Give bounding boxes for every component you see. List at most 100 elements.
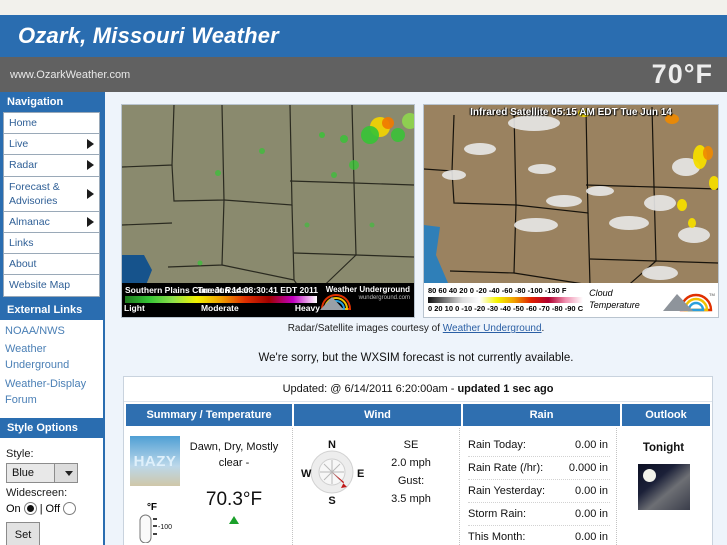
courtesy-prefix: Radar/Satellite images courtesy of bbox=[287, 323, 443, 334]
current-conditions-panel: Updated: @ 6/14/2011 6:20:00am - updated… bbox=[123, 376, 713, 545]
site-header: Ozark, Missouri Weather bbox=[0, 15, 727, 57]
style-select-label: Style: bbox=[6, 448, 34, 461]
summary-temperature-cell: HAZY °F -100 Dawn, Dry, Mostly clear - 7… bbox=[126, 428, 292, 545]
outlook-thumbnail[interactable] bbox=[637, 464, 690, 510]
thermometer-graphic: -100 bbox=[139, 514, 172, 544]
url-bar: www.OzarkWeather.com 70°F bbox=[0, 57, 727, 92]
weather-images-row: Southern Plains Current Radar Tue Jun 14… bbox=[105, 92, 727, 318]
weather-page: Ozark, Missouri Weather www.OzarkWeather… bbox=[0, 0, 727, 545]
rain-row: Rain Today: 0.00 in bbox=[468, 434, 610, 457]
sidebar-item-home[interactable]: Home bbox=[3, 112, 100, 135]
main-content: Southern Plains Current Radar Tue Jun 14… bbox=[103, 92, 727, 545]
wind-readings: SE 2.0 mph Gust: 3.5 mph bbox=[367, 436, 455, 545]
current-temperature-display: 70°F bbox=[651, 59, 713, 89]
chevron-right-icon bbox=[87, 216, 94, 227]
sidebar-item-forecast-advisories[interactable]: Forecast & Advisories bbox=[3, 175, 100, 212]
style-select-value: Blue bbox=[12, 467, 35, 480]
satellite-image[interactable]: Infrared Satellite 05:15 AM EDT Tue Jun … bbox=[423, 104, 719, 318]
cloud-temperature-line1: Cloud bbox=[589, 288, 613, 299]
legend-moderate: Moderate bbox=[200, 303, 239, 313]
external-link-weather-underground[interactable]: Weather Underground bbox=[5, 342, 98, 374]
sidebar-item-label: Links bbox=[9, 237, 34, 250]
rain-row: Rain Rate (/hr): 0.000 in bbox=[468, 457, 610, 480]
last-updated-text: Updated: @ 6/14/2011 6:20:00am - updated… bbox=[124, 377, 712, 402]
set-button[interactable]: Set bbox=[6, 522, 40, 545]
widescreen-on-label: On bbox=[6, 502, 21, 515]
wind-cell: N S W E SE 2.0 mph Gust: 3.5 mph bbox=[292, 428, 459, 545]
sidebar-item-live[interactable]: Live bbox=[3, 133, 100, 156]
conditions-table-header: Summary / Temperature Wind Rain Outlook bbox=[124, 402, 712, 428]
svg-text:-100: -100 bbox=[158, 524, 172, 531]
courtesy-suffix: . bbox=[541, 323, 545, 334]
updated-timestamp: Updated: @ 6/14/2011 6:20:00am - bbox=[282, 383, 458, 395]
compass-rose-icon: N S W E bbox=[301, 439, 364, 507]
page-title: Ozark, Missouri Weather bbox=[18, 23, 279, 48]
external-link-weather-display-forum[interactable]: Weather-Display Forum bbox=[5, 377, 98, 409]
style-select[interactable]: Blue bbox=[6, 463, 78, 484]
navigation-heading: Navigation bbox=[0, 92, 103, 112]
radar-footer: Southern Plains Current Radar Tue Jun 14… bbox=[122, 283, 414, 317]
image-courtesy-note: Radar/Satellite images courtesy of Weath… bbox=[105, 318, 727, 334]
scale-unit-c: C bbox=[577, 304, 584, 313]
svg-text:E: E bbox=[357, 468, 364, 480]
conditions-table-body: HAZY °F -100 Dawn, Dry, Mostly clear - 7… bbox=[124, 428, 712, 545]
sidebar-item-label: Live bbox=[9, 138, 29, 151]
sidebar-item-label: Home bbox=[9, 117, 38, 129]
radar-image[interactable]: Southern Plains Current Radar Tue Jun 14… bbox=[121, 104, 415, 318]
rain-row: Storm Rain: 0.00 in bbox=[468, 503, 610, 526]
rain-label: This Month: bbox=[468, 531, 526, 543]
column-header-rain: Rain bbox=[463, 404, 620, 426]
rain-value: 0.00 in bbox=[574, 508, 608, 520]
chevron-down-icon bbox=[54, 464, 77, 483]
external-links-heading: External Links bbox=[0, 299, 103, 320]
thermometer-icon: °F -100 bbox=[130, 486, 174, 545]
radar-brand-sub: wunderground.com bbox=[358, 295, 410, 301]
radar-brand-name: Weather Underground bbox=[325, 285, 410, 294]
widescreen-label: Widescreen: bbox=[6, 487, 68, 500]
scale-row-fahrenheit: 80 60 40 20 0 -20 -40 -60 -80 -100 -130 … bbox=[428, 286, 583, 296]
satellite-caption: Infrared Satellite 05:15 AM EDT Tue Jun … bbox=[470, 107, 672, 118]
wind-compass: N S W E bbox=[297, 436, 367, 507]
rain-value: 0.00 in bbox=[574, 485, 608, 497]
column-header-wind: Wind bbox=[294, 404, 461, 426]
rain-label: Storm Rain: bbox=[468, 508, 527, 520]
updated-relative: updated 1 sec ago bbox=[457, 383, 554, 395]
sidebar-item-almanac[interactable]: Almanac bbox=[3, 210, 100, 234]
sidebar: Navigation Home Live Radar Forecast & Ad… bbox=[0, 92, 103, 545]
sidebar-item-links[interactable]: Links bbox=[3, 232, 100, 255]
outlook-cell: Tonight bbox=[616, 428, 710, 545]
rain-value: 0.00 in bbox=[574, 439, 608, 451]
style-options-panel: Style: Blue Widescreen: On | Off Set bbox=[0, 438, 103, 545]
wind-speed: 2.0 mph bbox=[391, 457, 431, 470]
scale-unit-f: F bbox=[561, 285, 567, 295]
sidebar-item-label: Almanac bbox=[9, 215, 50, 228]
widescreen-off-label: Off bbox=[45, 502, 61, 515]
widescreen-radio-group: On | Off bbox=[6, 502, 97, 516]
widescreen-on-radio[interactable] bbox=[23, 502, 37, 516]
scale-values-f: 80 60 40 20 0 -20 -40 -60 -80 -100 -130 bbox=[428, 285, 560, 295]
rain-value: 0.00 in bbox=[574, 531, 608, 543]
outlook-period-title: Tonight bbox=[642, 442, 685, 454]
sidebar-item-about[interactable]: About bbox=[3, 253, 100, 276]
radar-intensity-labels: Light Moderate Heavy bbox=[122, 303, 322, 313]
temperature-rising-arrow-icon bbox=[229, 516, 239, 525]
sidebar-item-label: Radar bbox=[9, 159, 38, 172]
svg-text:W: W bbox=[301, 468, 312, 480]
sidebar-item-website-map[interactable]: Website Map bbox=[3, 274, 100, 297]
style-options-heading: Style Options bbox=[0, 418, 103, 439]
rain-label: Rain Today: bbox=[468, 439, 526, 451]
cloud-temperature-scale: 80 60 40 20 0 -20 -40 -60 -80 -100 -130 … bbox=[428, 286, 584, 314]
legend-heavy: Heavy bbox=[294, 303, 320, 313]
courtesy-link[interactable]: Weather Underground bbox=[443, 323, 542, 334]
top-spacer bbox=[0, 0, 727, 15]
sidebar-item-label: Website Map bbox=[9, 279, 71, 292]
radar-timestamp: Tue Jun 14 08:30:41 EDT 2011 bbox=[197, 285, 318, 295]
cloud-temperature-gradient bbox=[428, 297, 584, 303]
widescreen-off-radio[interactable] bbox=[63, 502, 77, 516]
rain-row: This Month: 0.00 in bbox=[468, 526, 610, 545]
rain-value: 0.000 in bbox=[568, 462, 608, 474]
external-link-noaa-nws[interactable]: NOAA/NWS bbox=[5, 324, 98, 340]
sidebar-item-radar[interactable]: Radar bbox=[3, 154, 100, 177]
svg-text:S: S bbox=[328, 495, 335, 506]
chevron-right-icon bbox=[87, 160, 94, 171]
